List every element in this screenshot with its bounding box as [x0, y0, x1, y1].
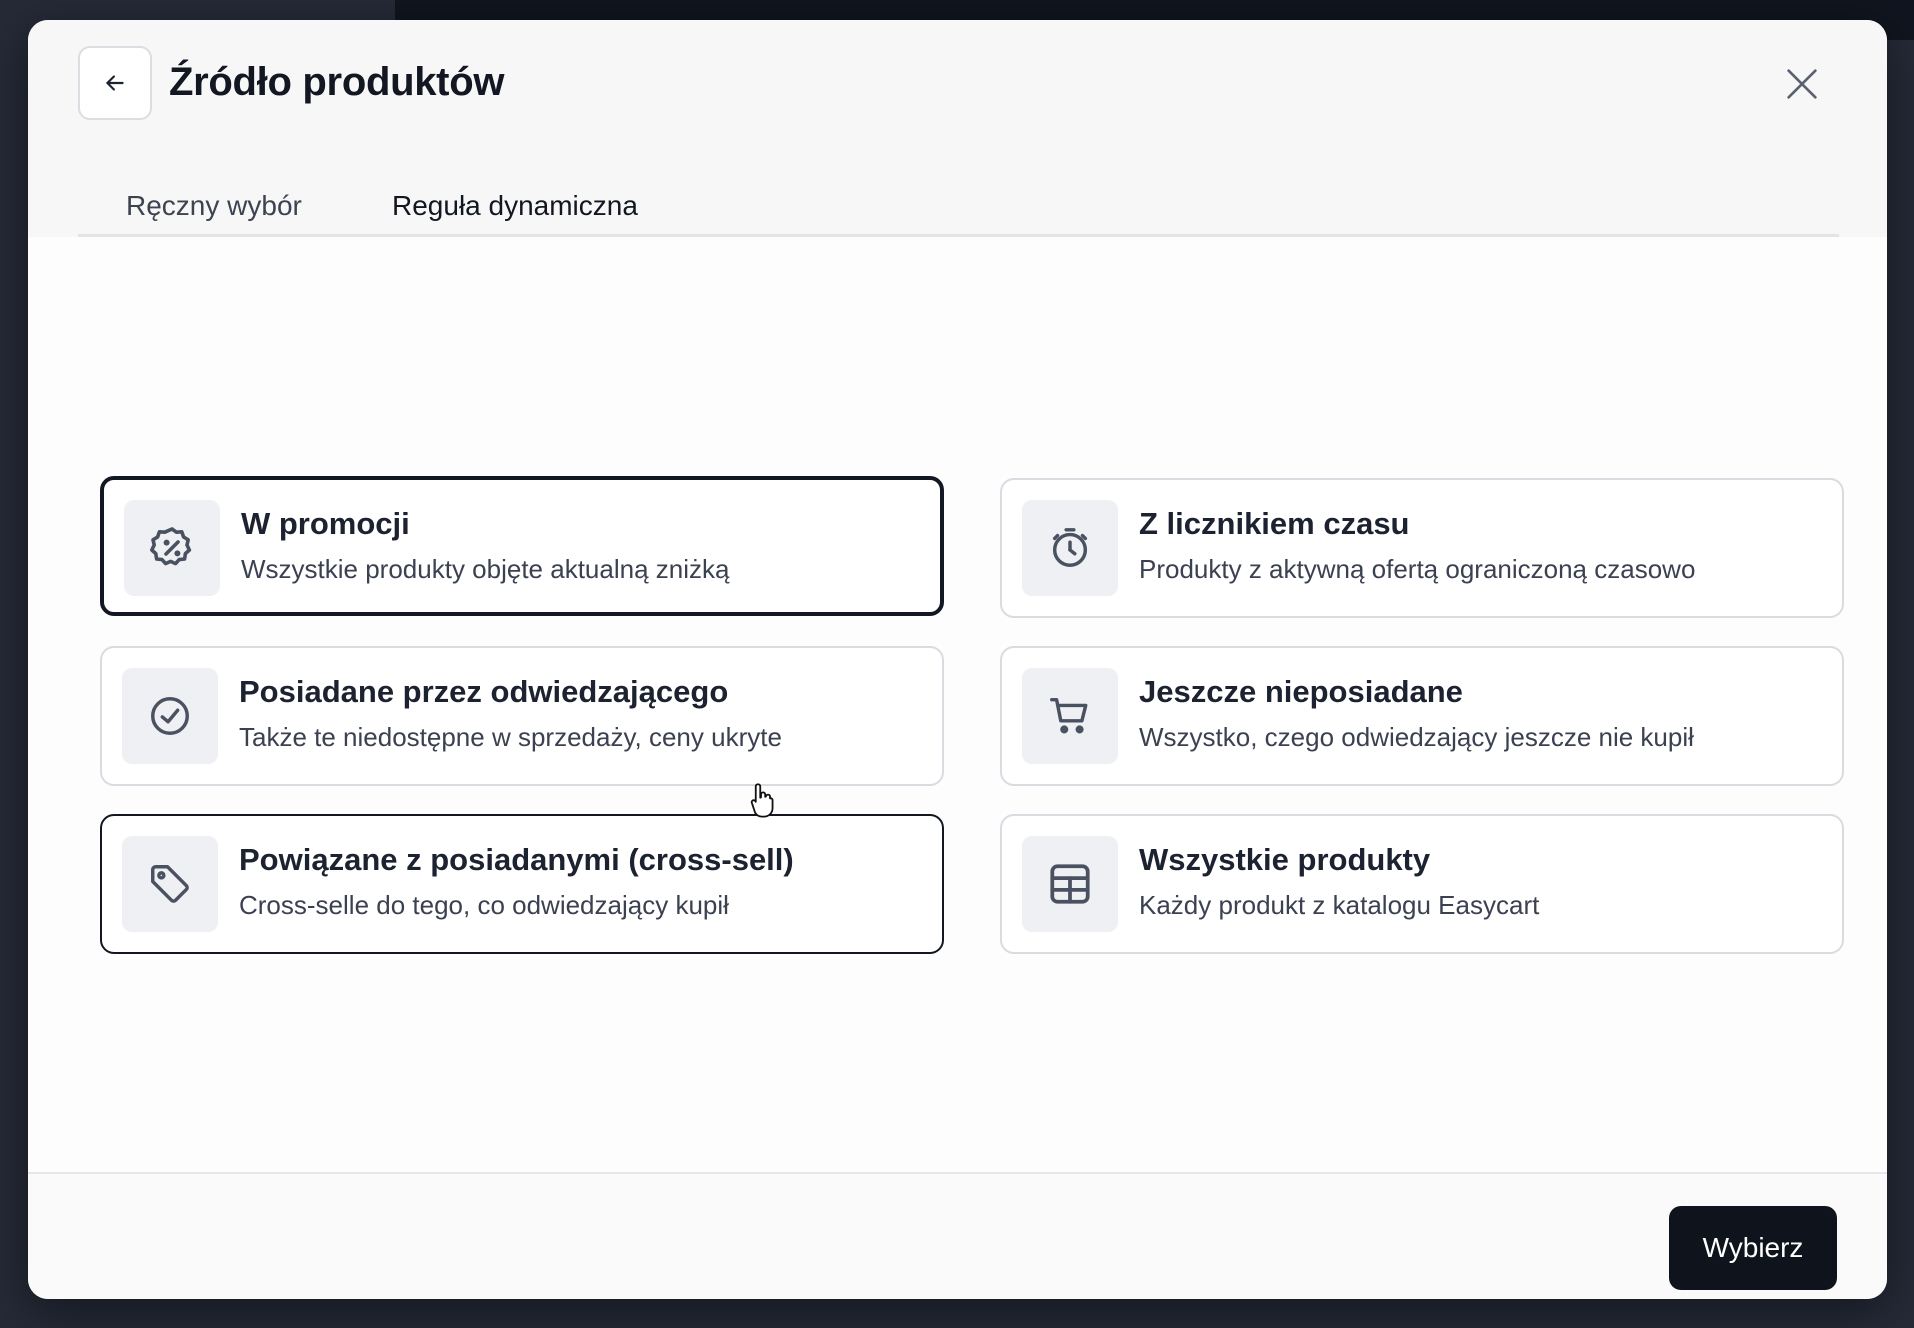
- option-description: Każdy produkt z katalogu Easycart: [1139, 890, 1540, 920]
- option-owned-by-visitor[interactable]: Posiadane przez odwiedzającego Także te …: [100, 646, 944, 786]
- grid-icon: [1022, 836, 1118, 932]
- source-tabs: Ręczny wybór Reguła dynamiczna: [78, 180, 1839, 244]
- option-title: Posiadane przez odwiedzającego: [239, 674, 729, 709]
- option-with-timer[interactable]: Z licznikiem czasu Produkty z aktywną of…: [1000, 478, 1844, 618]
- cart-icon: [1022, 668, 1118, 764]
- option-all-products[interactable]: Wszystkie produkty Każdy produkt z katal…: [1000, 814, 1844, 954]
- tag-icon: [122, 836, 218, 932]
- close-icon: [1782, 64, 1822, 104]
- check-circle-icon: [122, 668, 218, 764]
- option-description: Także te niedostępne w sprzedaży, ceny u…: [239, 722, 782, 752]
- option-title: Powiązane z posiadanymi (cross-sell): [239, 842, 794, 877]
- option-description: Produkty z aktywną ofertą ograniczoną cz…: [1139, 554, 1696, 584]
- dialog-body: W promocji Wszystkie produkty objęte akt…: [28, 237, 1887, 1172]
- back-button[interactable]: [78, 46, 152, 120]
- option-on-sale[interactable]: W promocji Wszystkie produkty objęte akt…: [100, 476, 944, 616]
- product-source-dialog: Źródło produktów Ręczny wybór Reguła dyn…: [28, 20, 1887, 1299]
- hand-pointer-icon: [746, 780, 782, 820]
- option-description: Wszystkie produkty objęte aktualną zniżk…: [241, 554, 730, 584]
- option-cross-sell[interactable]: Powiązane z posiadanymi (cross-sell) Cro…: [100, 814, 944, 954]
- option-title: Z licznikiem czasu: [1139, 506, 1410, 541]
- close-button[interactable]: [1778, 60, 1826, 108]
- dialog-header: Źródło produktów Ręczny wybór Reguła dyn…: [28, 20, 1887, 244]
- tab-manual-selection[interactable]: Ręczny wybór: [126, 190, 302, 240]
- arrow-left-icon: [102, 70, 128, 96]
- discount-badge-icon: [124, 500, 220, 596]
- dialog-title: Źródło produktów: [169, 60, 505, 104]
- option-description: Cross-selle do tego, co odwiedzający kup…: [239, 890, 729, 920]
- timer-icon: [1022, 500, 1118, 596]
- dialog-footer: Wybierz: [28, 1172, 1887, 1299]
- option-title: Wszystkie produkty: [1139, 842, 1431, 877]
- option-description: Wszystko, czego odwiedzający jeszcze nie…: [1139, 722, 1694, 752]
- option-not-yet-owned[interactable]: Jeszcze nieposiadane Wszystko, czego odw…: [1000, 646, 1844, 786]
- option-title: Jeszcze nieposiadane: [1139, 674, 1463, 709]
- tab-dynamic-rule[interactable]: Reguła dynamiczna: [392, 190, 638, 244]
- option-title: W promocji: [241, 506, 410, 541]
- select-button[interactable]: Wybierz: [1669, 1206, 1837, 1290]
